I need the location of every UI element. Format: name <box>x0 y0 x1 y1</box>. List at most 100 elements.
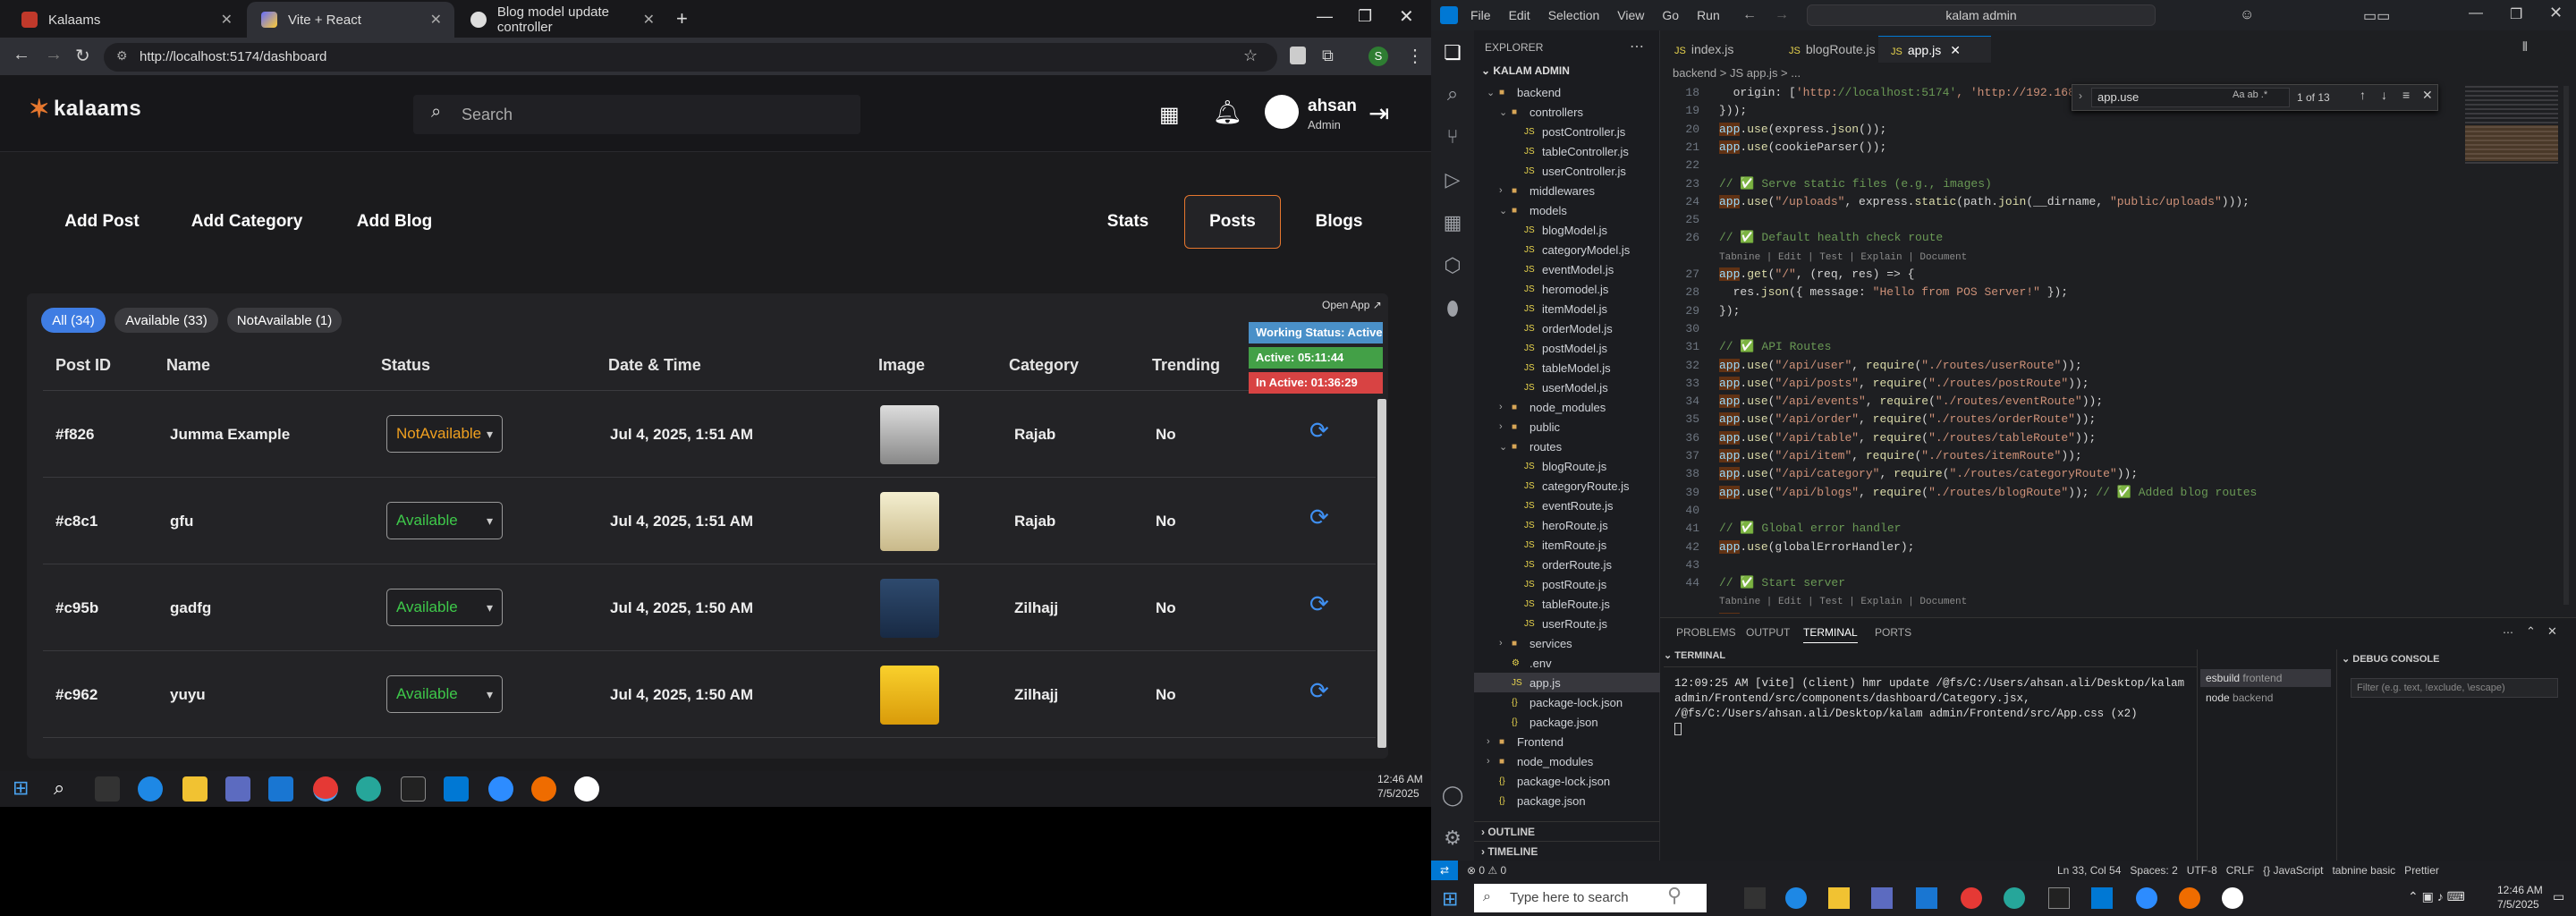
panel-close-icon[interactable]: ✕ <box>2547 624 2557 639</box>
explorer-root[interactable]: ⌄ KALAM ADMIN <box>1481 64 1570 77</box>
terminal-node[interactable]: node backend <box>2200 689 2331 707</box>
back-icon[interactable]: ← <box>13 45 30 65</box>
tree-item[interactable]: › ■ node_modules <box>1474 397 1660 417</box>
tree-item[interactable]: {} package.json <box>1474 791 1660 810</box>
extensions-icon[interactable]: ▦ <box>1440 211 1465 236</box>
code-line[interactable]: 27 app.get("/", (req, res) => { <box>1660 267 1914 284</box>
app-icon[interactable] <box>356 776 381 802</box>
code-line[interactable]: 30 <box>1660 322 1719 339</box>
tree-item[interactable]: › ■ middlewares <box>1474 181 1660 200</box>
explorer-more-icon[interactable]: ⋯ <box>1630 38 1644 55</box>
code-line[interactable]: 21 app.use(cookieParser()); <box>1660 140 1886 157</box>
remote-status-icon[interactable]: ⇄ <box>1431 861 1458 880</box>
close-tab-icon[interactable]: ✕ <box>643 11 655 29</box>
zoom-icon-2[interactable] <box>2136 887 2157 909</box>
filter-available[interactable]: Available (33) <box>114 308 218 333</box>
code-line[interactable]: 23 // ✅ Serve static files (e.g., images) <box>1660 177 1991 194</box>
file-explorer-icon[interactable] <box>182 776 208 802</box>
debug-filter-input[interactable]: Filter (e.g. text, !exclude, \escape) <box>2351 678 2558 698</box>
notification-center-icon[interactable]: ▭ <box>2553 889 2564 904</box>
file-explorer-icon-2[interactable] <box>1828 887 1850 909</box>
tree-item[interactable]: JS heromodel.js <box>1474 279 1660 299</box>
reload-icon[interactable]: ↻ <box>75 45 90 67</box>
app2-icon-2[interactable] <box>2222 887 2243 909</box>
editor-scrollbar[interactable] <box>2563 86 2569 605</box>
status-select[interactable]: Available <box>386 589 503 626</box>
layout-icon[interactable]: ▭▭ <box>2363 7 2390 25</box>
add-blog-button[interactable]: Add Blog <box>345 195 444 249</box>
tree-item[interactable]: JS postController.js <box>1474 122 1660 141</box>
browser-tab-kalaams[interactable]: Kalaams ✕ <box>7 2 245 38</box>
extension-icon[interactable] <box>1290 47 1306 64</box>
table-scrollbar[interactable] <box>1377 399 1386 748</box>
app-logo[interactable]: ✶ kalaams <box>29 94 141 123</box>
postman-icon[interactable] <box>531 776 556 802</box>
chrome-icon[interactable] <box>313 776 338 802</box>
code-line[interactable]: 34 app.use("/api/events", require("./rout… <box>1660 394 2103 411</box>
add-post-button[interactable]: Add Post <box>52 195 152 249</box>
remote-icon[interactable]: ⬡ <box>1440 254 1465 279</box>
tree-item[interactable]: ⌄ ■ models <box>1474 200 1660 220</box>
search-view-icon[interactable]: ⌕ <box>1440 82 1465 107</box>
mongodb-icon[interactable]: ⬮ <box>1440 297 1465 322</box>
split-editor-icon[interactable]: ⫴ <box>2522 39 2528 55</box>
tree-item[interactable]: › ■ public <box>1474 417 1660 437</box>
store-icon[interactable] <box>225 776 250 802</box>
app2-icon[interactable] <box>574 776 599 802</box>
extensions-puzzle-icon[interactable]: ⧉ <box>1322 47 1334 65</box>
address-bar[interactable]: http://localhost:5174/dashboard <box>104 43 1277 72</box>
browser-menu-icon[interactable]: ⋮ <box>1406 45 1424 67</box>
windows-start-icon-2[interactable]: ⊞ <box>1442 887 1458 911</box>
user-avatar[interactable] <box>1265 95 1299 129</box>
terminal-output[interactable]: 12:09:25 AM [vite] (client) hmr update /… <box>1674 676 2188 722</box>
vscode-maximize-icon[interactable]: ❐ <box>2510 5 2522 23</box>
tree-item[interactable]: JS eventRoute.js <box>1474 496 1660 515</box>
command-center-search[interactable]: kalam admin <box>1807 4 2156 26</box>
minimize-icon[interactable]: — <box>1317 7 1333 26</box>
tree-item[interactable]: › ■ services <box>1474 633 1660 653</box>
code-line[interactable]: 18 origin: ['http://localhost:5174', 'ht… <box>1660 86 2075 103</box>
refresh-icon[interactable]: ⟳ <box>1309 677 1329 705</box>
code-lines[interactable]: 18 origin: ['http://localhost:5174', 'ht… <box>1660 86 2465 614</box>
find-close-icon[interactable]: ✕ <box>2422 88 2433 103</box>
run-debug-icon[interactable]: ▷ <box>1440 168 1465 193</box>
code-line[interactable]: 22 <box>1660 158 1719 175</box>
find-toggle-icon[interactable]: › <box>2079 89 2082 102</box>
code-line[interactable]: 31 // ✅ API Routes <box>1660 340 1831 357</box>
code-line[interactable]: 33 app.use("/api/posts", require("./route… <box>1660 376 2089 394</box>
nav-back-icon[interactable]: ← <box>1742 7 1757 23</box>
tree-item[interactable]: {} package.json <box>1474 712 1660 732</box>
panel-tab-terminal[interactable]: TERMINAL <box>1803 626 1858 643</box>
code-line[interactable]: 39 app.use("/api/blogs", require("./route… <box>1660 485 2257 503</box>
outline-section[interactable]: › OUTLINE <box>1474 821 1660 841</box>
match-case-icon[interactable]: Aa ab .* <box>2233 89 2267 100</box>
tree-item[interactable]: JS heroRoute.js <box>1474 515 1660 535</box>
site-info-icon[interactable]: ⚙ <box>116 48 128 64</box>
status-select[interactable]: Available <box>386 502 503 539</box>
code-line[interactable]: 42 app.use(globalErrorHandler); <box>1660 539 1914 557</box>
taskbar-search-icon[interactable]: ⌕ <box>54 776 64 800</box>
app-icon-2[interactable] <box>2004 887 2025 909</box>
code-line[interactable]: 25 <box>1660 213 1719 230</box>
tab-blogs[interactable]: Blogs <box>1299 195 1379 249</box>
tree-item[interactable]: JS tableRoute.js <box>1474 594 1660 614</box>
tree-item[interactable]: JS eventModel.js <box>1474 259 1660 279</box>
tree-item[interactable]: JS app.js <box>1474 673 1660 692</box>
menu-go[interactable]: Go <box>1662 8 1679 22</box>
code-line[interactable]: 40 <box>1660 504 1719 521</box>
tab-stats[interactable]: Stats <box>1088 195 1168 249</box>
tree-item[interactable]: JS itemModel.js <box>1474 299 1660 318</box>
tree-item[interactable]: › ■ node_modules <box>1474 751 1660 771</box>
browser-tab-vite[interactable]: Vite + React ✕ <box>247 2 454 38</box>
close-tab-icon[interactable]: ✕ <box>221 11 233 29</box>
editor-tab-index[interactable]: JS index.js <box>1662 36 1746 63</box>
menu-edit[interactable]: Edit <box>1509 8 1530 22</box>
code-line[interactable]: 28 res.json({ message: "Hello from POS S… <box>1660 285 2068 302</box>
terminal-icon-2[interactable] <box>2048 887 2070 909</box>
editor-breadcrumb[interactable]: backend > JS app.js > ... <box>1673 66 1801 80</box>
menu-file[interactable]: File <box>1470 8 1491 22</box>
tree-item[interactable]: JS categoryRoute.js <box>1474 476 1660 496</box>
status-select[interactable]: NotAvailable <box>386 415 503 453</box>
store-icon-2[interactable] <box>1871 887 1893 909</box>
maximize-icon[interactable]: ❐ <box>1358 7 1372 26</box>
